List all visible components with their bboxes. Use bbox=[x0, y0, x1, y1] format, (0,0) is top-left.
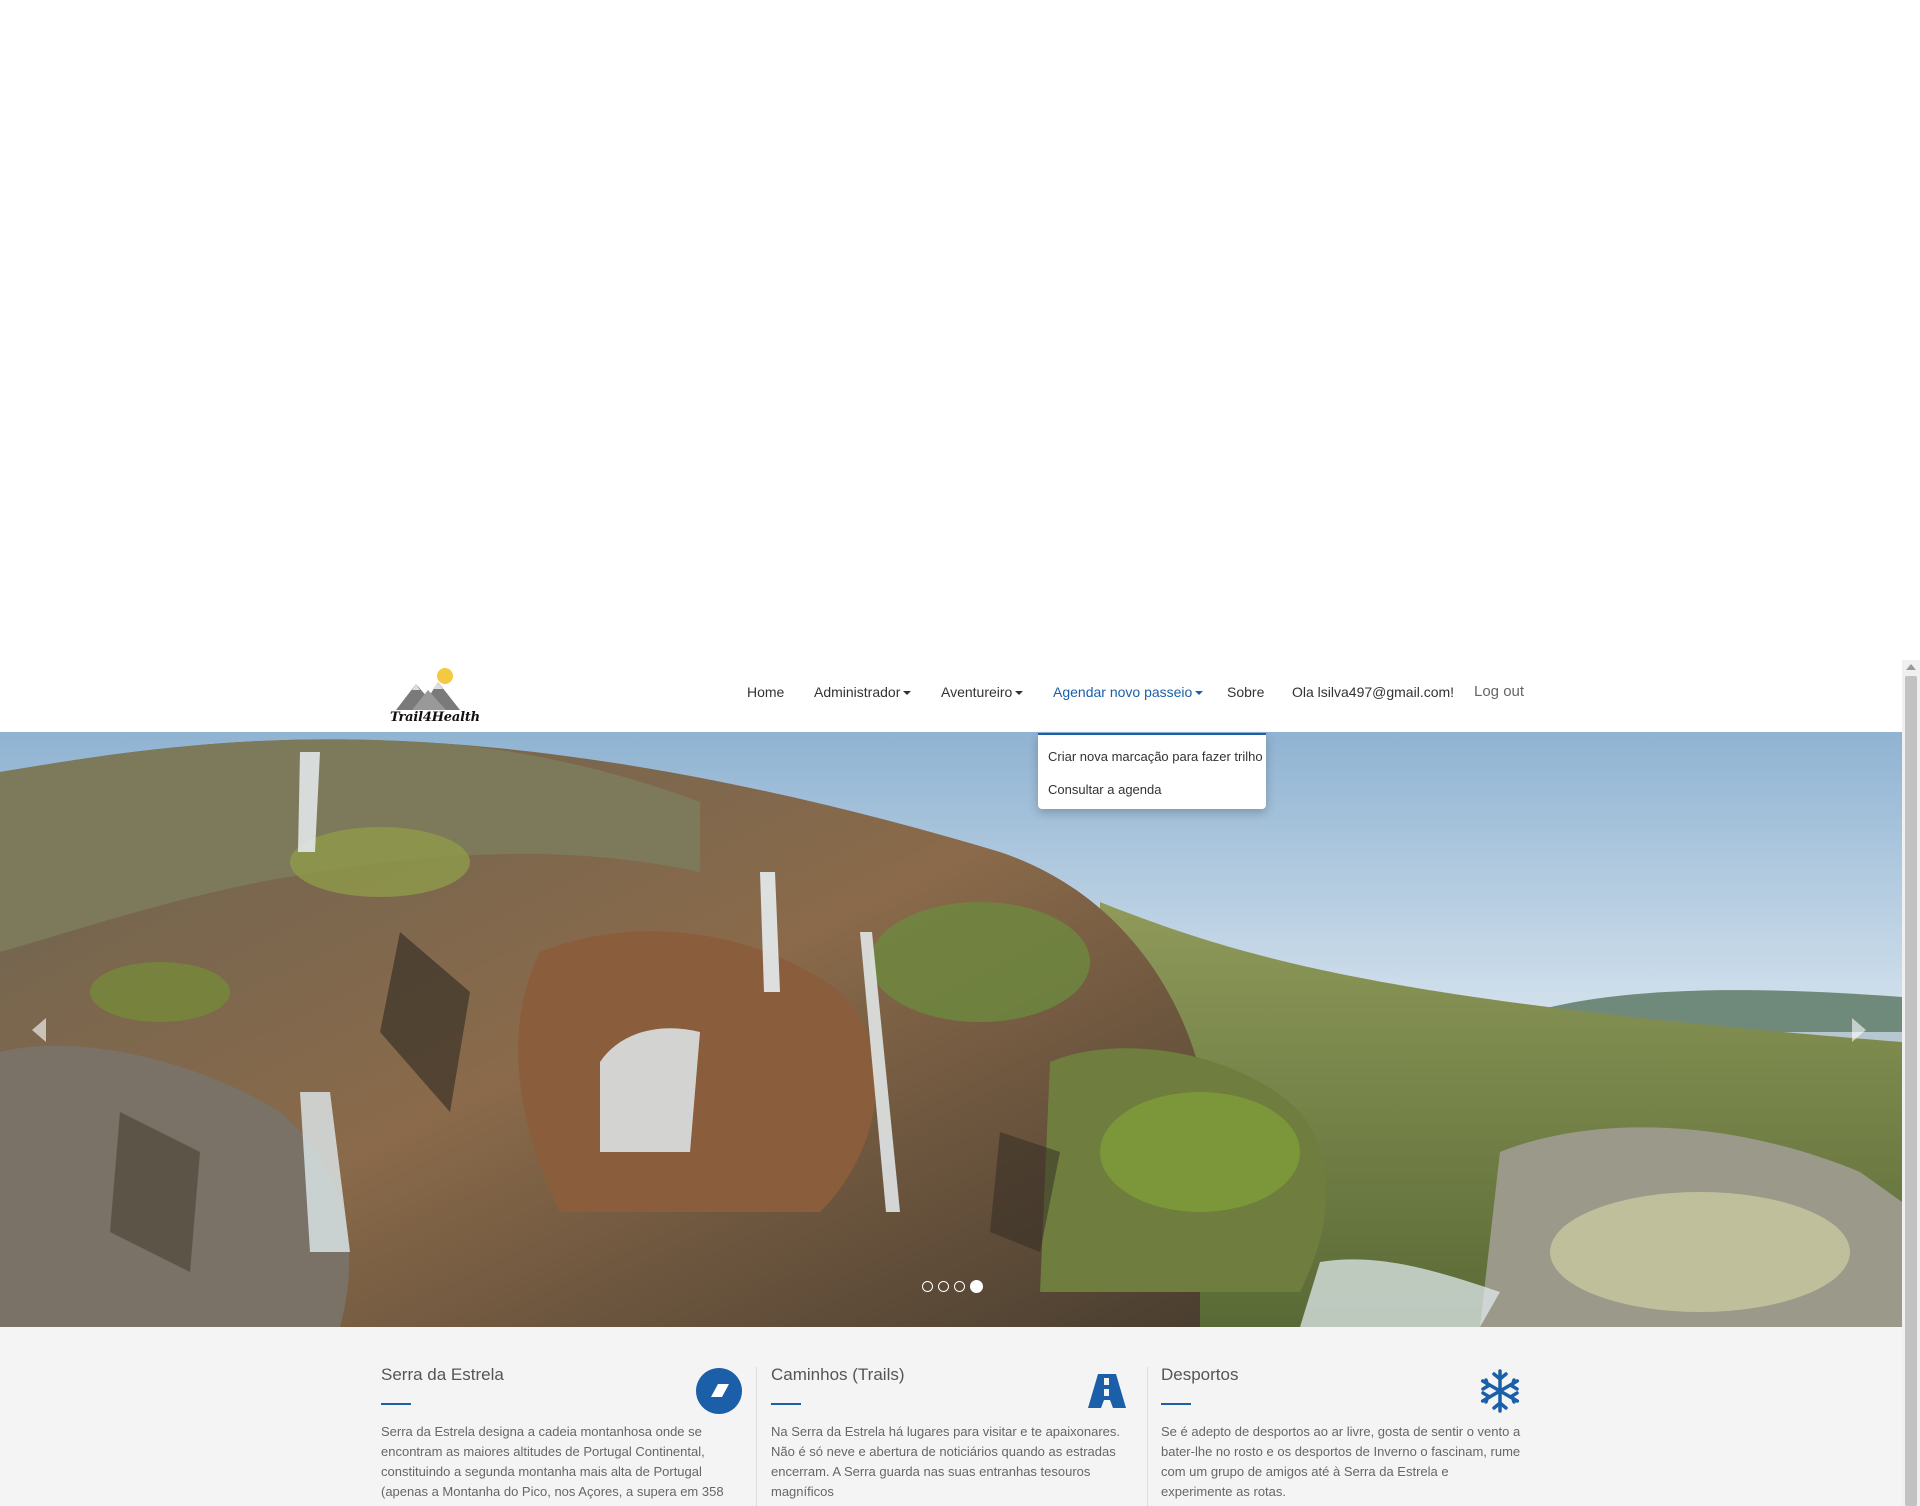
dropdown-item-criar-marcacao[interactable]: Criar nova marcação para fazer trilho bbox=[1048, 749, 1263, 764]
chevron-down-icon bbox=[1195, 691, 1204, 696]
feature-title: Desportos bbox=[1161, 1365, 1239, 1384]
carousel-next-arrow[interactable] bbox=[1852, 1018, 1866, 1042]
nav-sobre[interactable]: Sobre bbox=[1227, 684, 1264, 700]
nav-logout[interactable]: Log out bbox=[1474, 683, 1524, 700]
feature-caminhos-trails: Caminhos (Trails) Na Serra da Estrela há… bbox=[771, 1345, 1141, 1506]
carousel-prev-arrow[interactable] bbox=[32, 1018, 46, 1042]
feature-underline bbox=[771, 1403, 801, 1405]
nav-aventureiro[interactable]: Aventureiro bbox=[941, 684, 1024, 700]
agendar-dropdown-menu: Criar nova marcação para fazer trilho Co… bbox=[1038, 733, 1266, 809]
scrollbar-thumb[interactable] bbox=[1905, 676, 1917, 1506]
feature-divider bbox=[756, 1367, 757, 1506]
carousel-indicator-active[interactable] bbox=[970, 1280, 983, 1293]
carousel-indicator[interactable] bbox=[954, 1281, 965, 1292]
eraser-icon bbox=[696, 1368, 742, 1414]
snowflake-icon bbox=[1480, 1369, 1520, 1413]
feature-serra-da-estrela: Serra da Estrela Serra da Estrela design… bbox=[381, 1345, 751, 1506]
hero-carousel bbox=[0, 732, 1902, 1327]
feature-title: Serra da Estrela bbox=[381, 1365, 504, 1384]
nav-agendar-label: Agendar novo passeio bbox=[1053, 684, 1193, 700]
feature-text: Serra da Estrela designa a cadeia montan… bbox=[381, 1424, 724, 1499]
feature-desportos: Desportos Se é adepto de desportos ao ar… bbox=[1161, 1345, 1531, 1506]
carousel-indicators bbox=[922, 1280, 983, 1293]
hero-landscape-image bbox=[0, 732, 1902, 1327]
chevron-down-icon bbox=[1015, 691, 1024, 696]
road-icon bbox=[1088, 1374, 1126, 1408]
nav-administrador-label: Administrador bbox=[814, 684, 901, 700]
nav-agendar-novo-passeio[interactable]: Agendar novo passeio bbox=[1053, 684, 1204, 700]
feature-underline bbox=[1161, 1403, 1191, 1405]
chevron-down-icon bbox=[903, 691, 912, 696]
nav-user-greeting[interactable]: Ola lsilva497@gmail.com! bbox=[1292, 684, 1454, 700]
dropdown-item-consultar-agenda[interactable]: Consultar a agenda bbox=[1048, 782, 1161, 797]
feature-title: Caminhos (Trails) bbox=[771, 1365, 905, 1384]
nav-administrador[interactable]: Administrador bbox=[814, 684, 912, 700]
feature-text: Se é adepto de desportos ao ar livre, go… bbox=[1161, 1424, 1521, 1499]
nav-aventureiro-label: Aventureiro bbox=[941, 684, 1013, 700]
feature-divider bbox=[1147, 1367, 1148, 1506]
carousel-indicator[interactable] bbox=[922, 1281, 933, 1292]
nav-home[interactable]: Home bbox=[747, 684, 784, 700]
feature-text: Na Serra da Estrela há lugares para visi… bbox=[771, 1424, 1121, 1499]
feature-underline bbox=[381, 1403, 411, 1405]
carousel-indicator[interactable] bbox=[938, 1281, 949, 1292]
scroll-up-arrow-icon[interactable] bbox=[1906, 664, 1916, 670]
logo-text: Trail4Health bbox=[390, 710, 480, 725]
